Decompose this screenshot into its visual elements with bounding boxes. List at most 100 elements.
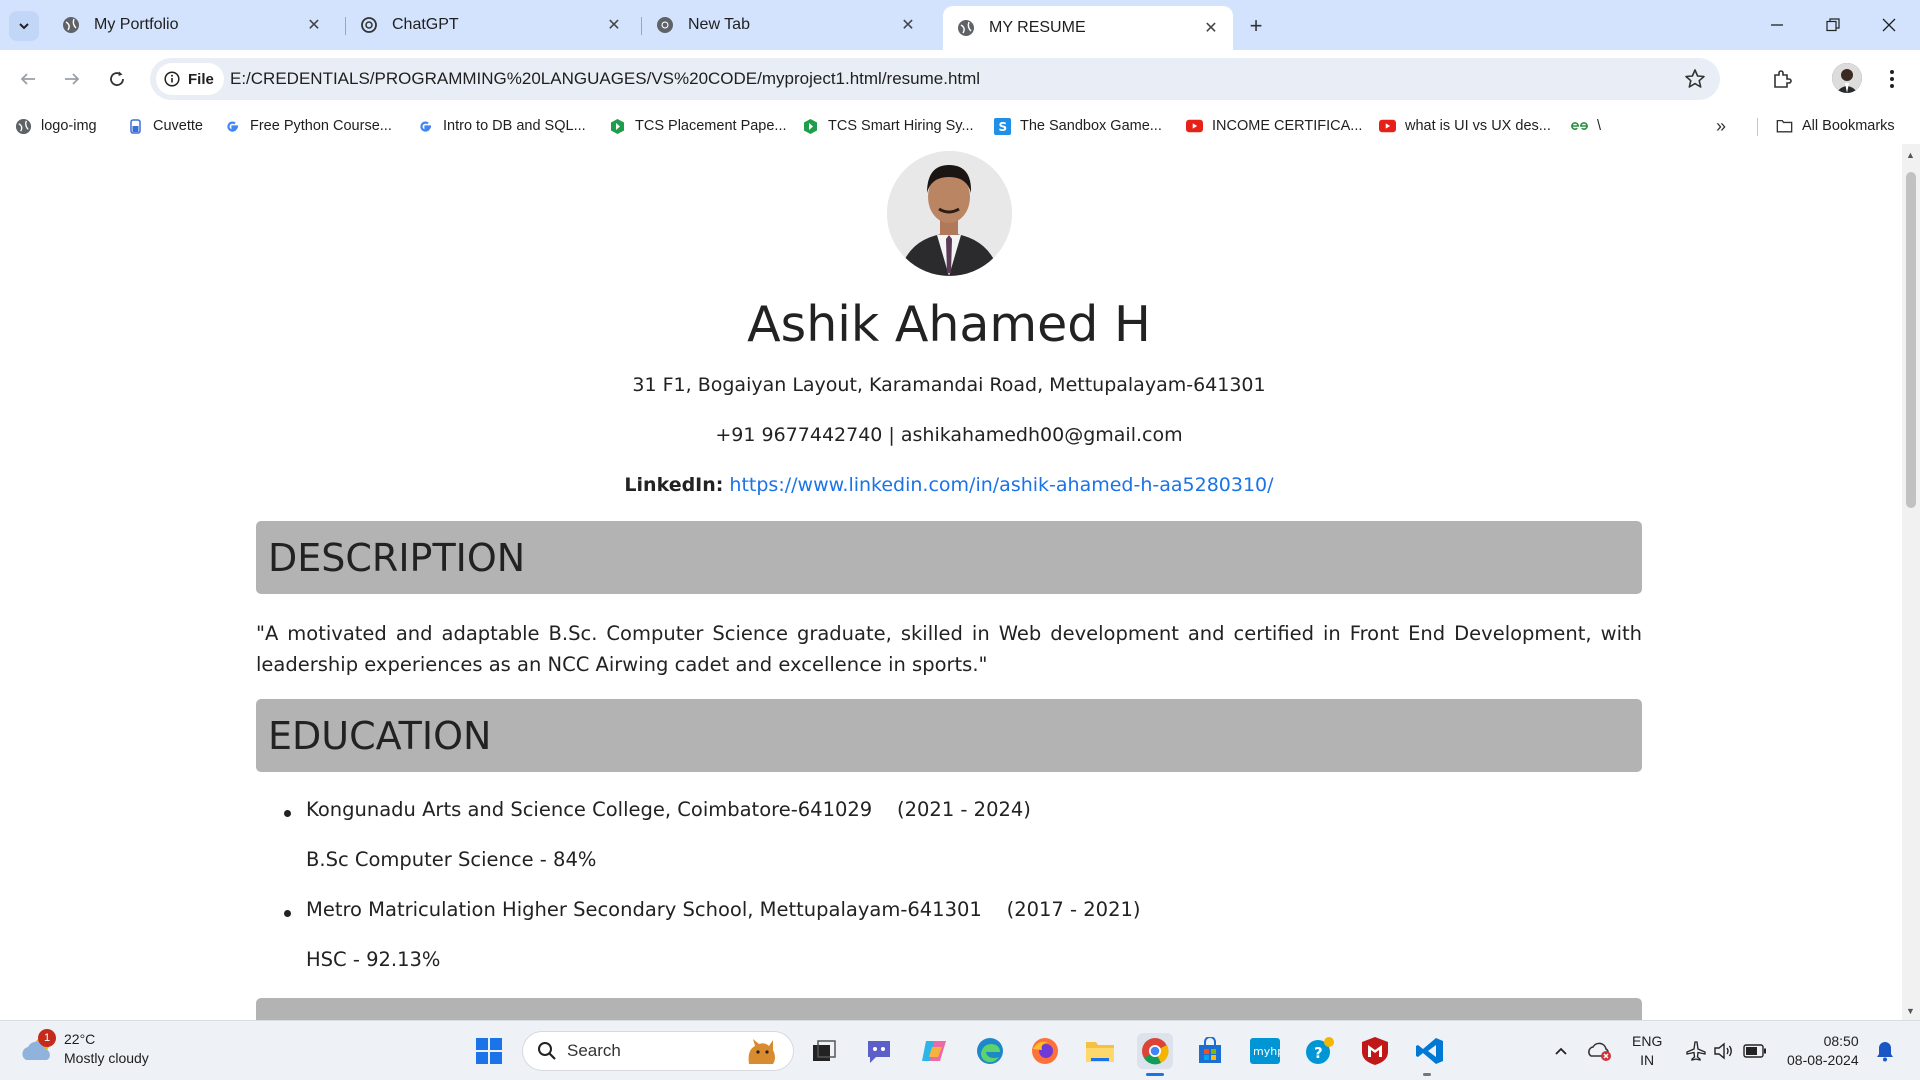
edge-app[interactable] (972, 1033, 1008, 1069)
weather-widget[interactable]: 1 22°C Mostly cloudy (20, 1029, 149, 1068)
bookmark-label: Cuvette (153, 118, 203, 134)
profile-photo-image (887, 151, 1012, 276)
cuvette-icon (127, 118, 144, 135)
google-icon (224, 118, 241, 135)
close-icon[interactable]: ✕ (604, 15, 624, 35)
bookmark-item[interactable]: TCS Placement Pape... (609, 114, 787, 138)
myhp-app[interactable]: myhp (1247, 1033, 1283, 1069)
close-icon[interactable]: ✕ (898, 15, 918, 35)
page-scrollbar[interactable]: ▲ ▼ (1902, 144, 1920, 1020)
battery-icon (1743, 1044, 1766, 1058)
battery-status[interactable] (1740, 1033, 1770, 1069)
close-window-button[interactable] (1866, 10, 1912, 40)
chrome-app[interactable] (1137, 1033, 1173, 1069)
bookmark-star-icon[interactable] (1684, 68, 1706, 90)
task-view-icon (813, 1040, 836, 1061)
extensions-button[interactable] (1767, 64, 1797, 94)
close-icon[interactable]: ✕ (1201, 18, 1221, 38)
new-tab-button[interactable]: + (1242, 12, 1270, 40)
browser-toolbar: File E:/CREDENTIALS/PROGRAMMING%20LANGUA… (0, 50, 1920, 108)
vscode-app[interactable] (1412, 1033, 1448, 1069)
weather-condition: Mostly cloudy (64, 1050, 149, 1066)
scroll-down-arrow-icon[interactable]: ▼ (1906, 1006, 1915, 1016)
linkedin-link[interactable]: https://www.linkedin.com/in/ashik-ahamed… (729, 474, 1273, 496)
tab-strip: My Portfolio ✕ ChatGPT ✕ New Tab ✕ MY RE… (0, 0, 1920, 50)
next-section-heading (256, 998, 1642, 1020)
bookmark-item[interactable]: \ (1571, 114, 1601, 138)
scroll-thumb[interactable] (1906, 172, 1916, 508)
info-icon (164, 71, 180, 87)
resume-name: Ashik Ahamed H (747, 296, 1151, 353)
reload-button[interactable] (102, 64, 132, 94)
tab-my-portfolio[interactable]: My Portfolio ✕ (48, 8, 336, 42)
language-indicator[interactable]: ENG IN (1632, 1032, 1662, 1070)
close-icon[interactable]: ✕ (304, 15, 324, 35)
volume-status[interactable] (1710, 1033, 1738, 1069)
vscode-icon (1416, 1038, 1443, 1064)
tab-new-tab[interactable]: New Tab ✕ (642, 8, 930, 42)
restore-button[interactable] (1810, 10, 1856, 40)
copilot-icon (922, 1041, 946, 1061)
clock[interactable]: 08:50 08-08-2024 (1787, 1032, 1859, 1070)
firefox-icon (1032, 1038, 1058, 1064)
notifications-button[interactable] (1870, 1033, 1900, 1069)
bookmark-item[interactable]: Free Python Course... (224, 114, 392, 138)
task-view-button[interactable] (806, 1033, 842, 1069)
windows-taskbar: 1 22°C Mostly cloudy Search myhp (0, 1020, 1920, 1080)
bookmark-item[interactable]: S The Sandbox Game... (994, 114, 1162, 138)
clock-date: 08-08-2024 (1787, 1052, 1859, 1068)
forward-button[interactable] (57, 64, 87, 94)
profile-avatar[interactable] (1832, 63, 1862, 93)
tab-search-button[interactable] (9, 11, 39, 41)
bookmark-item[interactable]: Cuvette (127, 114, 203, 138)
site-info-chip[interactable]: File (156, 63, 224, 95)
show-hidden-icons-button[interactable] (1546, 1033, 1576, 1069)
url-text[interactable]: E:/CREDENTIALS/PROGRAMMING%20LANGUAGES/V… (230, 69, 980, 89)
education-entry-2: Metro Matriculation Higher Secondary Sch… (306, 898, 1141, 921)
puzzle-icon (1774, 70, 1792, 88)
hp-support-app[interactable]: ? (1302, 1033, 1338, 1069)
bookmark-item[interactable]: what is UI vs UX des... (1379, 114, 1551, 138)
back-button[interactable] (13, 64, 43, 94)
region-code: IN (1640, 1052, 1655, 1068)
onedrive-status[interactable] (1584, 1033, 1616, 1069)
scroll-up-arrow-icon[interactable]: ▲ (1906, 150, 1915, 160)
bookmark-item[interactable]: INCOME CERTIFICA... (1186, 114, 1362, 138)
tab-my-resume[interactable]: MY RESUME ✕ (943, 6, 1233, 50)
file-explorer-app[interactable] (1082, 1033, 1118, 1069)
browser-menu-button[interactable] (1880, 64, 1904, 94)
bookmark-item[interactable]: Intro to DB and SQL... (417, 114, 586, 138)
mcafee-app[interactable] (1357, 1033, 1393, 1069)
bookmark-label: Intro to DB and SQL... (443, 118, 586, 134)
microsoft-store-app[interactable] (1192, 1033, 1228, 1069)
mcafee-icon (1362, 1037, 1388, 1065)
copilot-app[interactable] (917, 1033, 953, 1069)
linkedin-label: LinkedIn: (624, 474, 724, 496)
address-bar[interactable]: File E:/CREDENTIALS/PROGRAMMING%20LANGUA… (150, 58, 1720, 100)
page-viewport: Ashik Ahamed H 31 F1, Bogaiyan Layout, K… (0, 144, 1902, 1020)
firefox-app[interactable] (1027, 1033, 1063, 1069)
list-bullet (284, 810, 291, 817)
green-shield-icon (802, 118, 819, 135)
airplane-mode-status[interactable] (1682, 1033, 1710, 1069)
teams-chat-app[interactable] (861, 1033, 897, 1069)
bookmarks-overflow-button[interactable]: » (1716, 116, 1726, 137)
tab-chatgpt[interactable]: ChatGPT ✕ (346, 8, 636, 42)
chrome-icon (1142, 1038, 1169, 1065)
start-button[interactable] (471, 1033, 507, 1069)
search-icon (538, 1042, 556, 1060)
windows-logo-icon (476, 1038, 502, 1064)
airplane-icon (1686, 1041, 1706, 1061)
education-years: (2021 - 2024) (897, 798, 1031, 821)
taskbar-search[interactable]: Search (522, 1031, 794, 1071)
description-heading: DESCRIPTION (256, 521, 1642, 594)
all-bookmarks-button[interactable]: All Bookmarks (1776, 114, 1895, 138)
tab-title: MY RESUME (989, 19, 1086, 36)
avatar (1832, 63, 1862, 93)
tab-title: ChatGPT (392, 16, 459, 33)
bookmark-item[interactable]: logo-img (15, 114, 97, 138)
chevron-down-icon (19, 23, 29, 30)
green-shield-icon (609, 118, 626, 135)
bookmark-item[interactable]: TCS Smart Hiring Sy... (802, 114, 974, 138)
minimize-button[interactable] (1754, 10, 1800, 40)
